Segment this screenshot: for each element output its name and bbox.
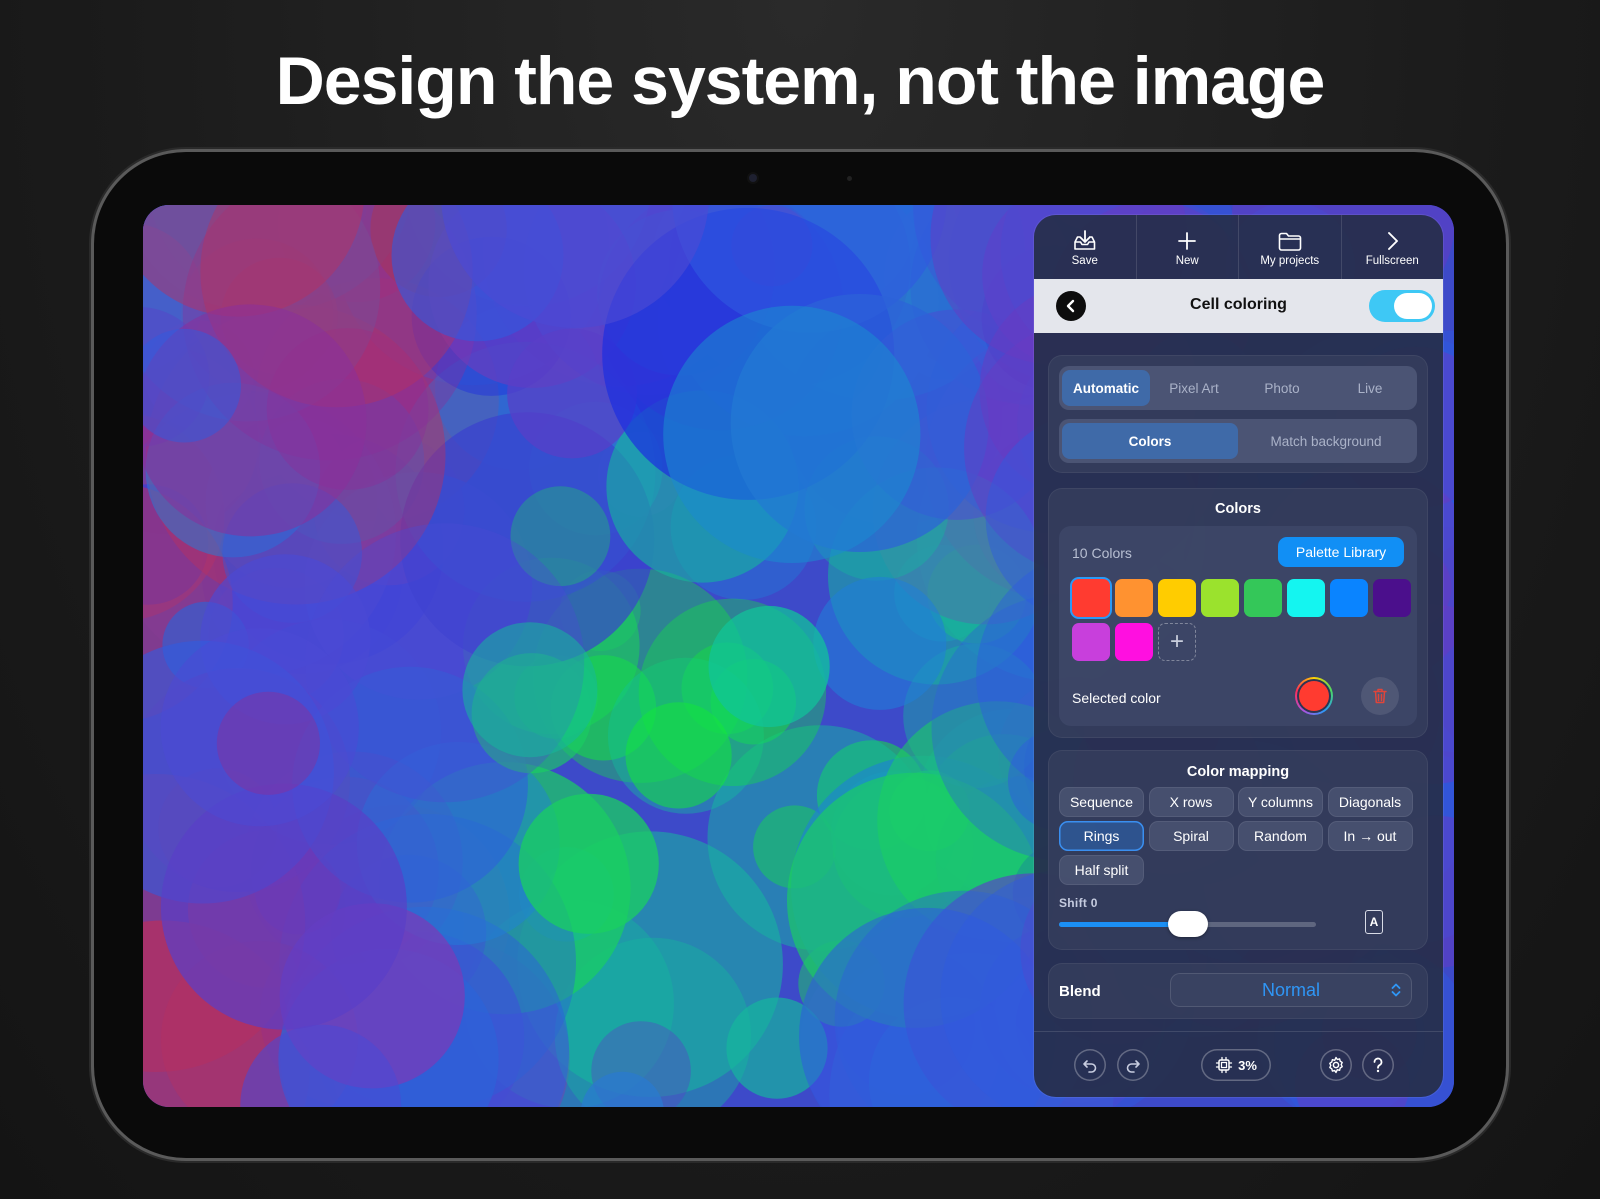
- camera-sensor: [847, 176, 852, 181]
- undo-button[interactable]: [1074, 1049, 1106, 1081]
- save-button[interactable]: Save: [1034, 215, 1137, 279]
- color-swatch[interactable]: [1287, 579, 1325, 617]
- artwork-cell: [663, 305, 921, 563]
- panel-header: Cell coloring: [1034, 279, 1443, 333]
- tab-pixel-art[interactable]: Pixel Art: [1150, 370, 1238, 406]
- selected-color-swatch: [1299, 681, 1329, 711]
- colors-count: 10 Colors: [1072, 545, 1132, 561]
- color-swatch[interactable]: [1115, 623, 1153, 661]
- tab-live[interactable]: Live: [1326, 370, 1414, 406]
- color-mapping-title: Color mapping: [1186, 764, 1290, 780]
- mapping-option-sequence[interactable]: Sequence: [1059, 787, 1144, 817]
- palette-box: 10 Colors Palette Library + Selected col…: [1059, 526, 1417, 726]
- redo-button[interactable]: [1117, 1049, 1149, 1081]
- bottom-bar: 3%: [1034, 1031, 1443, 1097]
- color-swatch[interactable]: [1244, 579, 1282, 617]
- color-swatch[interactable]: [1158, 579, 1196, 617]
- selected-color-picker[interactable]: [1295, 677, 1333, 715]
- auto-shift-button[interactable]: A: [1365, 910, 1383, 934]
- mapping-option-random[interactable]: Random: [1238, 821, 1323, 851]
- plus-icon: [1176, 227, 1198, 255]
- mapping-option-in-out[interactable]: In → out: [1327, 821, 1413, 851]
- blend-value: Normal: [1261, 979, 1320, 1000]
- mapping-option-y-columns[interactable]: Y columns: [1238, 787, 1323, 817]
- save-label: Save: [1071, 255, 1098, 267]
- undo-icon: [1083, 1060, 1097, 1073]
- my-projects-label: My projects: [1260, 255, 1320, 267]
- blend-label: Blend: [1059, 983, 1101, 1000]
- folder-icon: [1277, 227, 1303, 255]
- color-swatch[interactable]: [1330, 579, 1368, 617]
- mapping-option-diagonals[interactable]: Diagonals: [1327, 787, 1413, 817]
- artwork-cell: [708, 605, 830, 728]
- color-swatch[interactable]: [1072, 579, 1110, 617]
- tab-photo[interactable]: Photo: [1238, 370, 1326, 406]
- tab-automatic[interactable]: Automatic: [1062, 370, 1150, 406]
- chevron-right-icon: [1383, 227, 1401, 255]
- redo-icon: [1126, 1060, 1140, 1073]
- processor-usage-indicator[interactable]: 3%: [1201, 1049, 1271, 1081]
- help-icon: [1373, 1057, 1383, 1073]
- trash-icon: [1373, 688, 1387, 704]
- new-label: New: [1175, 255, 1199, 267]
- colors-section-title: Colors: [1215, 501, 1261, 517]
- mode-card: Automatic Pixel Art Photo Live Colors Ma…: [1048, 355, 1428, 473]
- gear-icon: [1329, 1056, 1343, 1074]
- fullscreen-label: Fullscreen: [1365, 255, 1419, 267]
- settings-panel: Save New My projects Fullscreen Cell col…: [1034, 215, 1443, 1097]
- color-source-segmented-control: Colors Match background: [1059, 419, 1417, 463]
- my-projects-button[interactable]: My projects: [1239, 215, 1342, 279]
- color-swatch[interactable]: [1072, 623, 1110, 661]
- new-button[interactable]: New: [1137, 215, 1239, 279]
- shift-label: Shift 0: [1059, 896, 1098, 910]
- mapping-option-spiral[interactable]: Spiral: [1148, 821, 1234, 851]
- front-camera: [749, 174, 757, 182]
- chevron-updown-icon: [1391, 983, 1401, 997]
- blend-mode-select[interactable]: Normal: [1170, 973, 1412, 1007]
- color-swatch[interactable]: [1201, 579, 1239, 617]
- cell-coloring-toggle[interactable]: [1369, 290, 1435, 322]
- mapping-option-x-rows[interactable]: X rows: [1148, 787, 1234, 817]
- artwork-cell: [462, 622, 598, 758]
- save-icon: [1072, 227, 1098, 255]
- artwork-cell: [216, 691, 320, 795]
- app-screen: Save New My projects Fullscreen Cell col…: [143, 205, 1454, 1107]
- settings-button[interactable]: [1320, 1049, 1352, 1081]
- palette-library-button[interactable]: Palette Library: [1278, 537, 1404, 567]
- color-swatch[interactable]: [1373, 579, 1411, 617]
- artwork-cell: [518, 793, 659, 934]
- processor-usage-value: 3%: [1238, 1057, 1257, 1073]
- tab-colors[interactable]: Colors: [1062, 423, 1238, 459]
- shift-slider-thumb[interactable]: [1167, 911, 1208, 937]
- mapping-option-half-split[interactable]: Half split: [1059, 855, 1144, 885]
- delete-color-button[interactable]: [1361, 677, 1399, 715]
- selected-color-label: Selected color: [1072, 690, 1161, 706]
- chip-icon: [1215, 1056, 1233, 1074]
- color-mapping-card: Color mapping Sequence X rows Y columns Dia…: [1048, 750, 1428, 950]
- mode-segmented-control: Automatic Pixel Art Photo Live: [1059, 366, 1417, 410]
- help-button[interactable]: [1362, 1049, 1394, 1081]
- fullscreen-button[interactable]: Fullscreen: [1342, 215, 1444, 279]
- add-color-button[interactable]: +: [1158, 623, 1196, 661]
- blend-card: Blend Normal: [1048, 963, 1428, 1019]
- toggle-knob: [1394, 293, 1432, 319]
- colors-card: Colors 10 Colors Palette Library + Selec…: [1048, 488, 1428, 738]
- color-swatch[interactable]: [1115, 579, 1153, 617]
- headline: Design the system, not the image: [275, 43, 1326, 119]
- tab-match-background[interactable]: Match background: [1238, 423, 1414, 459]
- mapping-option-rings[interactable]: Rings: [1059, 821, 1144, 851]
- artwork-cell: [813, 576, 947, 710]
- panel-toolbar: Save New My projects Fullscreen: [1034, 215, 1443, 279]
